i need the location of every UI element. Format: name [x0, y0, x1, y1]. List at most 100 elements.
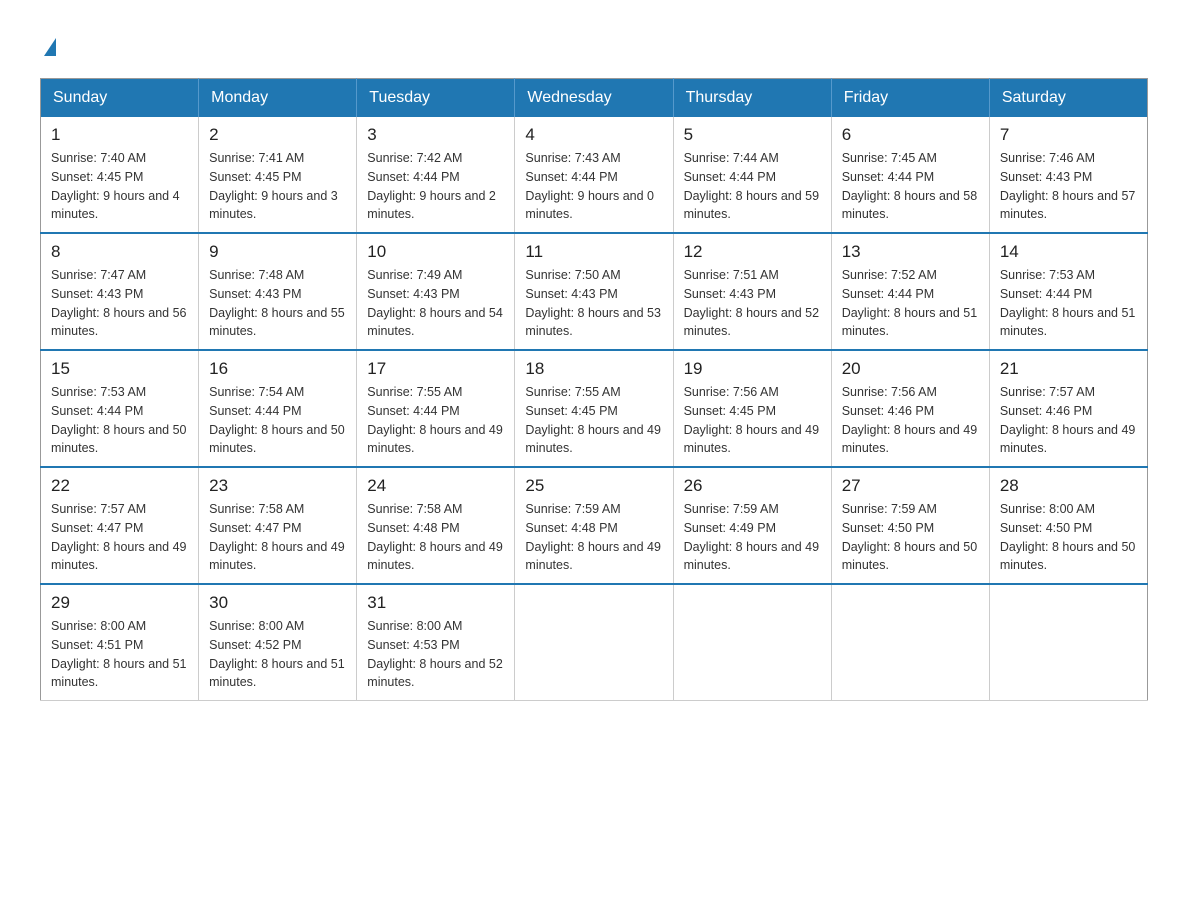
logo-triangle-icon [44, 38, 56, 56]
calendar-cell: 8 Sunrise: 7:47 AM Sunset: 4:43 PM Dayli… [41, 233, 199, 350]
day-number: 18 [525, 359, 662, 379]
sunset-label: Sunset: 4:52 PM [209, 638, 301, 652]
day-info: Sunrise: 7:44 AM Sunset: 4:44 PM Dayligh… [684, 149, 821, 224]
sunrise-label: Sunrise: 7:47 AM [51, 268, 146, 282]
sunset-label: Sunset: 4:48 PM [367, 521, 459, 535]
sunset-label: Sunset: 4:53 PM [367, 638, 459, 652]
day-number: 4 [525, 125, 662, 145]
calendar-week-2: 8 Sunrise: 7:47 AM Sunset: 4:43 PM Dayli… [41, 233, 1148, 350]
sunset-label: Sunset: 4:43 PM [367, 287, 459, 301]
sunrise-label: Sunrise: 7:51 AM [684, 268, 779, 282]
day-info: Sunrise: 7:41 AM Sunset: 4:45 PM Dayligh… [209, 149, 346, 224]
calendar-cell: 24 Sunrise: 7:58 AM Sunset: 4:48 PM Dayl… [357, 467, 515, 584]
calendar-cell: 1 Sunrise: 7:40 AM Sunset: 4:45 PM Dayli… [41, 117, 199, 233]
day-info: Sunrise: 7:58 AM Sunset: 4:47 PM Dayligh… [209, 500, 346, 575]
sunset-label: Sunset: 4:50 PM [842, 521, 934, 535]
sunrise-label: Sunrise: 7:53 AM [1000, 268, 1095, 282]
day-number: 12 [684, 242, 821, 262]
calendar-cell: 3 Sunrise: 7:42 AM Sunset: 4:44 PM Dayli… [357, 117, 515, 233]
daylight-label: Daylight: 8 hours and 49 minutes. [525, 423, 661, 456]
day-info: Sunrise: 7:56 AM Sunset: 4:45 PM Dayligh… [684, 383, 821, 458]
calendar-table: SundayMondayTuesdayWednesdayThursdayFrid… [40, 78, 1148, 701]
sunset-label: Sunset: 4:45 PM [684, 404, 776, 418]
calendar-cell: 23 Sunrise: 7:58 AM Sunset: 4:47 PM Dayl… [199, 467, 357, 584]
day-info: Sunrise: 8:00 AM Sunset: 4:52 PM Dayligh… [209, 617, 346, 692]
calendar-cell [989, 584, 1147, 701]
sunrise-label: Sunrise: 7:54 AM [209, 385, 304, 399]
day-number: 3 [367, 125, 504, 145]
day-number: 13 [842, 242, 979, 262]
sunset-label: Sunset: 4:44 PM [842, 287, 934, 301]
sunrise-label: Sunrise: 7:43 AM [525, 151, 620, 165]
sunset-label: Sunset: 4:47 PM [51, 521, 143, 535]
sunrise-label: Sunrise: 7:42 AM [367, 151, 462, 165]
calendar-cell: 14 Sunrise: 7:53 AM Sunset: 4:44 PM Dayl… [989, 233, 1147, 350]
sunrise-label: Sunrise: 8:00 AM [209, 619, 304, 633]
daylight-label: Daylight: 8 hours and 53 minutes. [525, 306, 661, 339]
sunrise-label: Sunrise: 7:45 AM [842, 151, 937, 165]
daylight-label: Daylight: 8 hours and 49 minutes. [1000, 423, 1136, 456]
sunset-label: Sunset: 4:45 PM [51, 170, 143, 184]
sunset-label: Sunset: 4:44 PM [367, 170, 459, 184]
sunrise-label: Sunrise: 7:41 AM [209, 151, 304, 165]
sunrise-label: Sunrise: 7:57 AM [1000, 385, 1095, 399]
daylight-label: Daylight: 8 hours and 52 minutes. [684, 306, 820, 339]
daylight-label: Daylight: 8 hours and 51 minutes. [209, 657, 345, 690]
calendar-header-thursday: Thursday [673, 79, 831, 118]
calendar-cell: 19 Sunrise: 7:56 AM Sunset: 4:45 PM Dayl… [673, 350, 831, 467]
day-info: Sunrise: 7:57 AM Sunset: 4:46 PM Dayligh… [1000, 383, 1137, 458]
sunset-label: Sunset: 4:45 PM [525, 404, 617, 418]
day-info: Sunrise: 7:56 AM Sunset: 4:46 PM Dayligh… [842, 383, 979, 458]
sunset-label: Sunset: 4:43 PM [1000, 170, 1092, 184]
day-info: Sunrise: 7:51 AM Sunset: 4:43 PM Dayligh… [684, 266, 821, 341]
daylight-label: Daylight: 8 hours and 52 minutes. [367, 657, 503, 690]
daylight-label: Daylight: 9 hours and 2 minutes. [367, 189, 496, 222]
day-number: 22 [51, 476, 188, 496]
daylight-label: Daylight: 8 hours and 50 minutes. [1000, 540, 1136, 573]
sunrise-label: Sunrise: 8:00 AM [367, 619, 462, 633]
calendar-cell: 11 Sunrise: 7:50 AM Sunset: 4:43 PM Dayl… [515, 233, 673, 350]
daylight-label: Daylight: 8 hours and 49 minutes. [367, 540, 503, 573]
day-number: 20 [842, 359, 979, 379]
calendar-cell: 18 Sunrise: 7:55 AM Sunset: 4:45 PM Dayl… [515, 350, 673, 467]
daylight-label: Daylight: 8 hours and 49 minutes. [209, 540, 345, 573]
logo [40, 30, 56, 58]
sunset-label: Sunset: 4:44 PM [684, 170, 776, 184]
calendar-cell: 16 Sunrise: 7:54 AM Sunset: 4:44 PM Dayl… [199, 350, 357, 467]
sunrise-label: Sunrise: 7:53 AM [51, 385, 146, 399]
day-number: 21 [1000, 359, 1137, 379]
calendar-cell: 9 Sunrise: 7:48 AM Sunset: 4:43 PM Dayli… [199, 233, 357, 350]
day-number: 7 [1000, 125, 1137, 145]
day-info: Sunrise: 7:59 AM Sunset: 4:48 PM Dayligh… [525, 500, 662, 575]
day-number: 26 [684, 476, 821, 496]
calendar-cell: 17 Sunrise: 7:55 AM Sunset: 4:44 PM Dayl… [357, 350, 515, 467]
day-info: Sunrise: 7:59 AM Sunset: 4:49 PM Dayligh… [684, 500, 821, 575]
calendar-cell: 30 Sunrise: 8:00 AM Sunset: 4:52 PM Dayl… [199, 584, 357, 701]
daylight-label: Daylight: 8 hours and 49 minutes. [51, 540, 187, 573]
day-number: 2 [209, 125, 346, 145]
day-info: Sunrise: 8:00 AM Sunset: 4:51 PM Dayligh… [51, 617, 188, 692]
daylight-label: Daylight: 8 hours and 51 minutes. [51, 657, 187, 690]
calendar-cell: 15 Sunrise: 7:53 AM Sunset: 4:44 PM Dayl… [41, 350, 199, 467]
sunrise-label: Sunrise: 7:57 AM [51, 502, 146, 516]
sunset-label: Sunset: 4:44 PM [209, 404, 301, 418]
sunset-label: Sunset: 4:47 PM [209, 521, 301, 535]
sunset-label: Sunset: 4:46 PM [842, 404, 934, 418]
daylight-label: Daylight: 8 hours and 50 minutes. [51, 423, 187, 456]
calendar-header-monday: Monday [199, 79, 357, 118]
calendar-cell: 26 Sunrise: 7:59 AM Sunset: 4:49 PM Dayl… [673, 467, 831, 584]
day-info: Sunrise: 7:53 AM Sunset: 4:44 PM Dayligh… [51, 383, 188, 458]
page-header [40, 30, 1148, 58]
daylight-label: Daylight: 8 hours and 55 minutes. [209, 306, 345, 339]
sunrise-label: Sunrise: 7:44 AM [684, 151, 779, 165]
day-info: Sunrise: 7:50 AM Sunset: 4:43 PM Dayligh… [525, 266, 662, 341]
calendar-cell: 6 Sunrise: 7:45 AM Sunset: 4:44 PM Dayli… [831, 117, 989, 233]
calendar-header-sunday: Sunday [41, 79, 199, 118]
day-number: 17 [367, 359, 504, 379]
daylight-label: Daylight: 8 hours and 56 minutes. [51, 306, 187, 339]
sunset-label: Sunset: 4:51 PM [51, 638, 143, 652]
day-info: Sunrise: 7:49 AM Sunset: 4:43 PM Dayligh… [367, 266, 504, 341]
daylight-label: Daylight: 9 hours and 4 minutes. [51, 189, 180, 222]
day-number: 9 [209, 242, 346, 262]
day-info: Sunrise: 7:55 AM Sunset: 4:45 PM Dayligh… [525, 383, 662, 458]
